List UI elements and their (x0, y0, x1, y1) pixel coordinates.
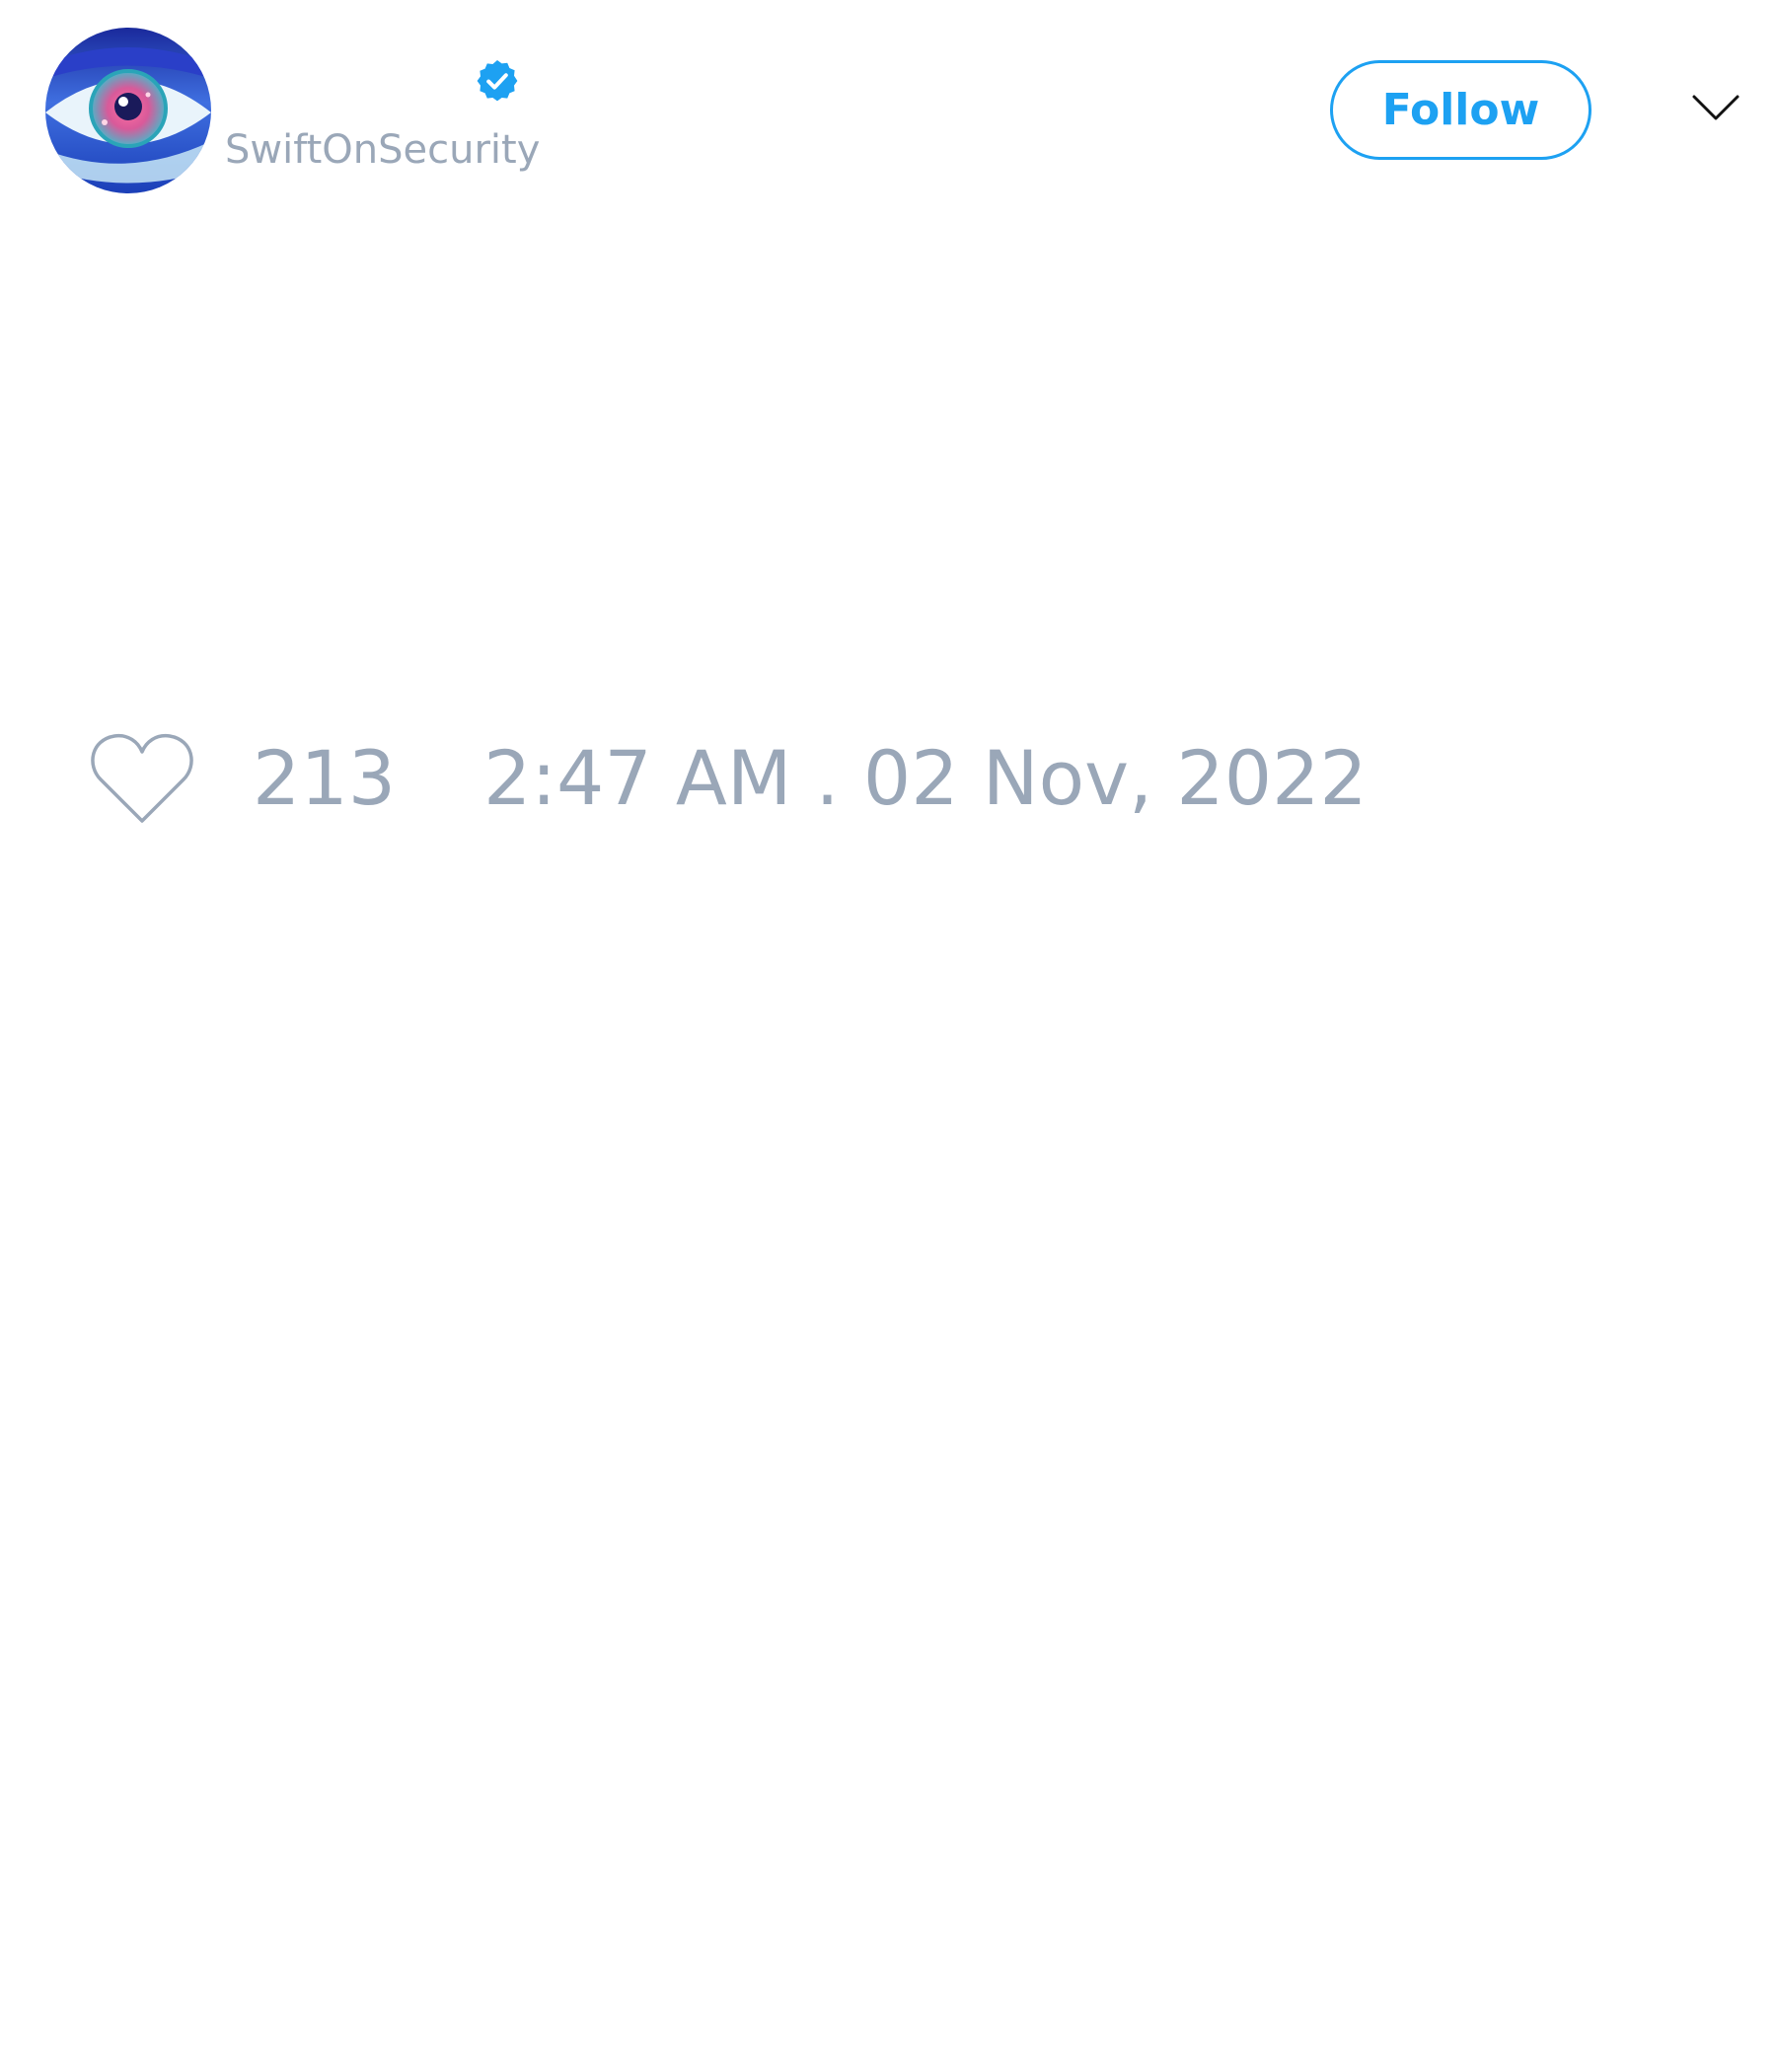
avatar[interactable] (45, 28, 211, 193)
author-handle[interactable]: SwiftOnSecurity (225, 126, 540, 174)
like-count: 213 (253, 734, 397, 822)
tweet-timestamp[interactable]: 2:47 AM . 02 Nov, 2022 (483, 734, 1368, 823)
heart-outline-icon[interactable] (89, 730, 195, 825)
tweet-card: SwiftOnSecurity Follow 213 2:47 AM . 02 … (0, 0, 1776, 2072)
eye-avatar-icon (45, 28, 211, 193)
chevron-down-icon[interactable] (1691, 91, 1740, 124)
verified-badge-icon (477, 60, 518, 102)
follow-button[interactable]: Follow (1330, 60, 1591, 160)
